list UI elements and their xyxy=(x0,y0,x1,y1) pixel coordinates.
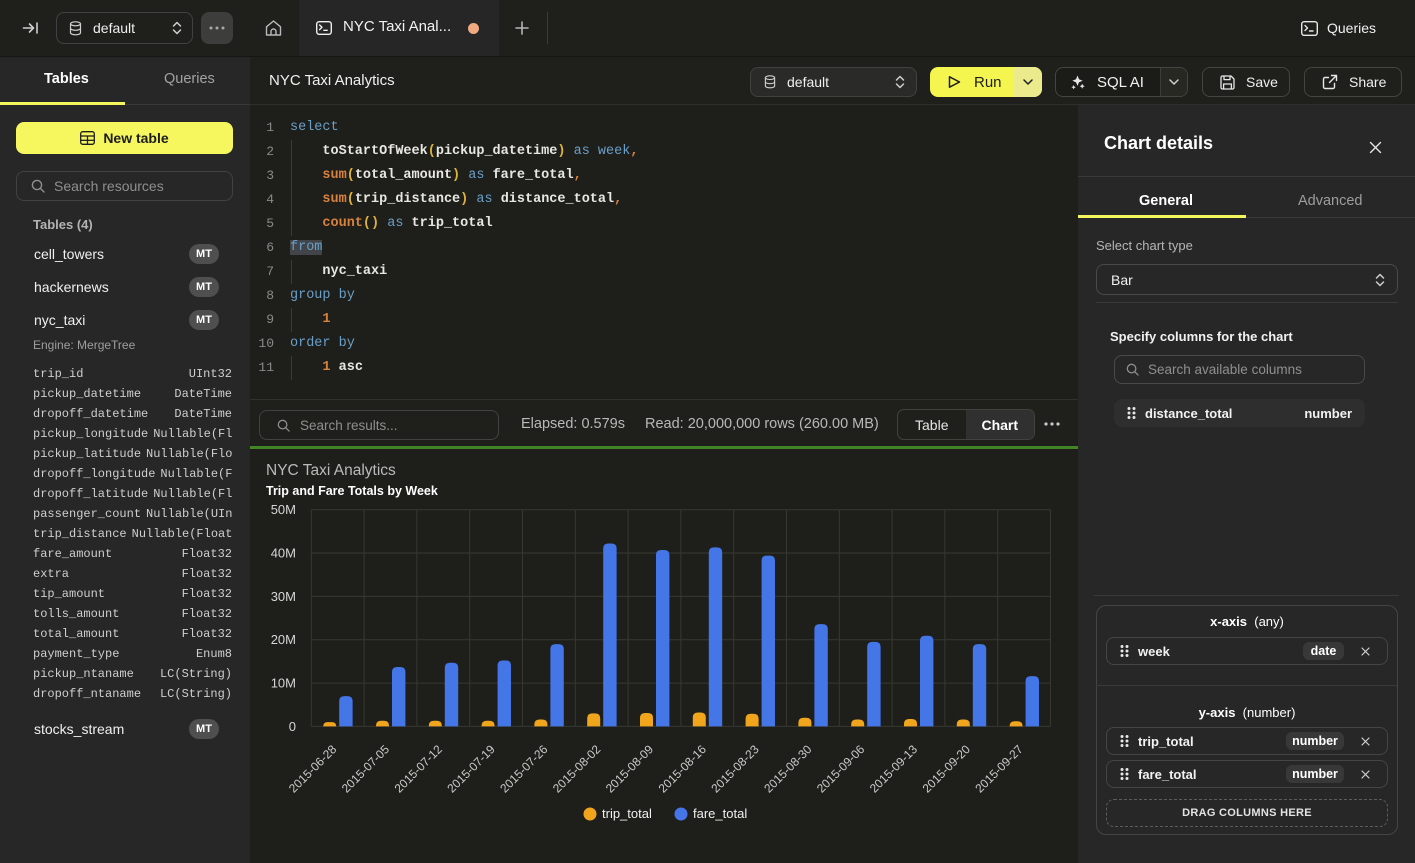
svg-text:2015-08-16: 2015-08-16 xyxy=(656,742,710,796)
svg-text:trip_total: trip_total xyxy=(602,806,652,821)
svg-text:2015-09-13: 2015-09-13 xyxy=(867,742,921,796)
svg-text:2015-08-02: 2015-08-02 xyxy=(550,742,604,796)
svg-text:0: 0 xyxy=(289,719,296,734)
svg-text:2015-08-30: 2015-08-30 xyxy=(761,742,815,796)
svg-text:2015-07-19: 2015-07-19 xyxy=(444,742,498,796)
svg-text:2015-09-27: 2015-09-27 xyxy=(972,742,1026,796)
svg-text:2015-06-28: 2015-06-28 xyxy=(286,742,340,796)
svg-text:2015-09-06: 2015-09-06 xyxy=(814,742,868,796)
svg-text:50M: 50M xyxy=(271,502,296,517)
svg-text:2015-07-26: 2015-07-26 xyxy=(497,742,551,796)
svg-text:fare_total: fare_total xyxy=(693,806,747,821)
svg-text:2015-07-12: 2015-07-12 xyxy=(392,742,446,796)
svg-text:30M: 30M xyxy=(271,589,296,604)
svg-text:2015-09-20: 2015-09-20 xyxy=(920,742,974,796)
svg-text:40M: 40M xyxy=(271,546,296,561)
svg-text:2015-08-23: 2015-08-23 xyxy=(708,742,762,796)
svg-text:2015-07-05: 2015-07-05 xyxy=(339,742,393,796)
svg-text:2015-08-09: 2015-08-09 xyxy=(603,742,657,796)
svg-text:20M: 20M xyxy=(271,632,296,647)
svg-text:10M: 10M xyxy=(271,676,296,691)
